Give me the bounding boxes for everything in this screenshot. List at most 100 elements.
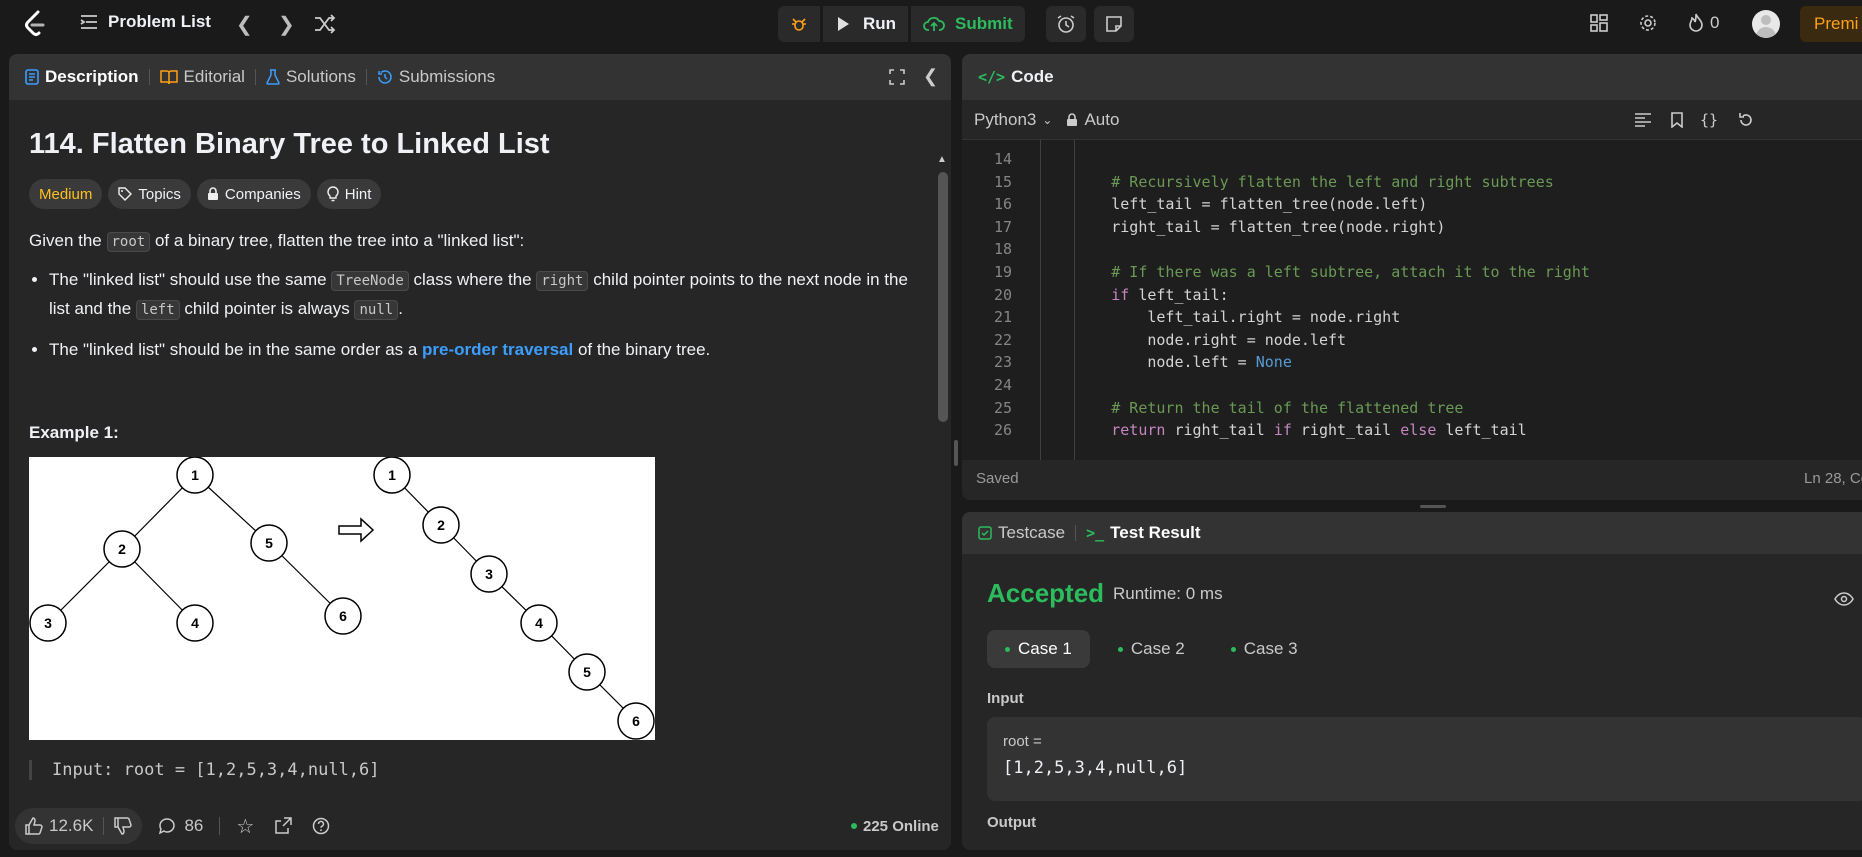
companies-tag[interactable]: Companies [196,179,311,209]
line-number: 15 [993,172,1012,191]
verdict-label: Accepted [987,578,1105,608]
avatar[interactable] [1752,10,1780,38]
code-editor[interactable]: 14 15 # Recursively flatten the left and … [962,140,1862,460]
tab-divider [365,69,367,85]
tab-description[interactable]: Description [25,67,139,87]
comment-icon [159,818,176,835]
tag-row: Medium Topics Companies Hint [29,179,909,209]
code-line: 26 return right_tail if right_tail else … [962,419,1862,442]
difficulty-badge[interactable]: Medium [29,179,103,209]
horizontal-resize-handle[interactable] [1420,505,1446,508]
line-number: 24 [993,375,1012,394]
topics-tag[interactable]: Topics [108,179,191,209]
bookmark-icon[interactable] [1670,111,1684,128]
scrollbar-thumb[interactable] [938,172,948,422]
description-scrollbar[interactable]: ▲ ▼ [935,154,949,850]
thumbs-down-icon[interactable] [114,817,133,835]
line-number: 25 [993,398,1012,417]
next-problem-chevron-right-icon[interactable]: ❯ [278,12,295,37]
tab-divider [1075,525,1077,541]
premium-button[interactable]: Premi [1800,6,1862,42]
code-text: return right_tail if right_tail else lef… [1111,421,1527,440]
input-box: root = [1,2,5,3,4,null,6] [987,717,1862,801]
code-line: 17 right_tail = flatten_tree(node.right) [962,216,1862,239]
tab-case-2[interactable]: Case 2 [1100,630,1203,668]
reset-icon[interactable] [1738,112,1754,128]
notes-button[interactable] [1094,6,1134,42]
tab-submissions[interactable]: Submissions [377,67,495,87]
comments-button[interactable]: 86 [158,816,203,836]
tree-node-label: 4 [191,615,199,631]
thumbs-up-icon[interactable] [25,817,43,835]
history-icon [378,70,392,84]
line-number: 26 [993,421,1012,440]
case-label: Case 3 [1243,639,1298,658]
tab-case-1[interactable]: Case 1 [987,630,1090,668]
tree-node-label: 4 [535,615,543,631]
problem-list-label: Problem List [108,12,211,31]
eye-icon[interactable] [1834,592,1854,606]
code-text: right_tail = flatten_tree(node.right) [1039,217,1446,236]
timer-button[interactable] [1046,6,1086,42]
tab-description-label: Description [45,67,139,86]
layout-grid-icon[interactable] [1590,14,1608,32]
collapse-chevron-left-icon[interactable]: ❮ [923,66,938,87]
leetcode-logo-icon[interactable] [22,10,48,38]
line-number: 18 [993,240,1012,259]
tab-testcase[interactable]: Testcase [978,523,1065,543]
code-header-label: Code [1011,67,1054,86]
auto-label: Auto [1084,109,1120,129]
format-lines-icon[interactable] [1634,112,1652,128]
maximize-icon[interactable] [889,69,905,85]
tree-node-label: 3 [485,566,493,582]
input-variable: root = [1003,733,1042,750]
share-icon[interactable] [274,817,293,835]
language-select[interactable]: Python3 ⌄ [974,110,1052,130]
code-line: 21 left_tail.right = node.right [962,306,1862,329]
curly-braces-icon[interactable]: {} [1700,111,1718,129]
tab-solutions[interactable]: Solutions [266,67,356,87]
code-line: 18 [962,238,1862,261]
online-dot [851,823,857,829]
tab-case-3[interactable]: Case 3 [1213,630,1316,668]
submit-button[interactable]: Submit [911,6,1025,42]
tree-node-label: 2 [118,541,126,557]
problem-list-button[interactable]: Problem List [80,12,211,32]
code-text: node.left = None [1039,353,1292,372]
code-text: if left_tail: [1111,285,1229,304]
streak-counter[interactable]: 0 [1688,13,1719,33]
code-line: 24 [962,374,1862,397]
description-panel: Description Editorial Solutions Submissi… [9,54,951,850]
help-circle-icon[interactable] [312,817,330,835]
hint-tag[interactable]: Hint [316,179,382,209]
case-pass-dot [1230,646,1236,652]
prev-problem-chevron-left-icon[interactable]: ❮ [236,12,253,37]
lightbulb-icon [327,186,339,202]
terminal-icon: >_ [1086,524,1105,542]
cursor-position: Ln 28, Co [1804,470,1862,487]
language-label: Python3 [974,109,1037,129]
chevron-down-icon: ⌄ [1042,112,1053,127]
code-line: 19 # If there was a left subtree, attach… [962,261,1862,284]
online-count: 225 Online [863,817,939,835]
tab-test-result[interactable]: >_ Test Result [1086,523,1200,543]
debug-button[interactable] [778,6,820,42]
line-number: 16 [993,195,1012,214]
top-bar: Problem List ❮ ❯ Run Submit 0 Premi [0,0,1862,48]
vertical-resize-handle[interactable] [954,440,958,466]
line-number: 23 [993,353,1012,372]
shuffle-icon[interactable] [314,14,336,34]
case-pass-dot [1005,646,1010,652]
run-button[interactable]: Run [823,6,909,42]
tab-editorial[interactable]: Editorial [159,67,245,87]
auto-mode-toggle[interactable]: Auto [1066,110,1119,130]
gear-icon[interactable] [1638,13,1658,33]
star-icon[interactable]: ☆ [236,814,254,839]
tab-editorial-label: Editorial [183,67,245,86]
difficulty-label: Medium [39,185,93,203]
pre-order-traversal-link[interactable]: pre-order traversal [422,340,573,359]
like-dislike-group: 12.6K [15,808,143,844]
comment-count: 86 [184,816,204,835]
code-lines: 14 15 # Recursively flatten the left and … [962,148,1862,442]
like-count: 12.6K [49,816,94,835]
